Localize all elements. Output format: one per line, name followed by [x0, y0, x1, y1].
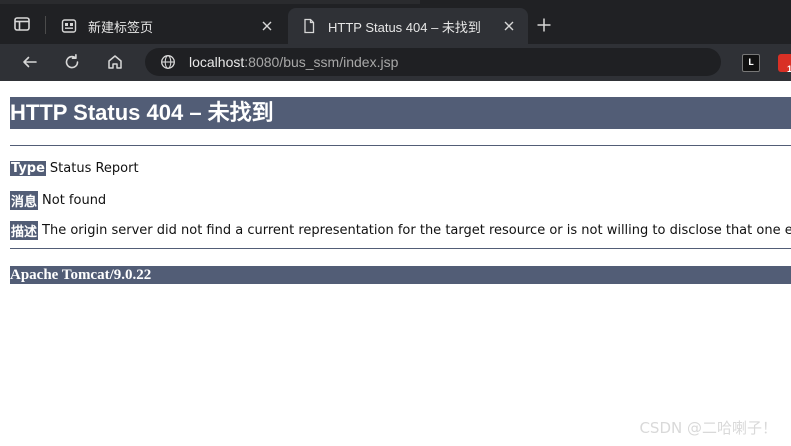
page-content: HTTP Status 404 – 未找到 Type Status Report… [0, 81, 791, 446]
back-button[interactable] [18, 50, 42, 74]
extension-badge-2: 1 [786, 64, 791, 74]
close-tab-icon[interactable] [258, 17, 276, 35]
home-icon [108, 55, 122, 69]
type-row: Type Status Report [10, 161, 139, 176]
home-button[interactable] [103, 50, 127, 74]
type-value: Status Report [49, 161, 139, 176]
url-path: :8080/bus_ssm/index.jsp [244, 54, 399, 70]
server-version: Apache Tomcat/9.0.22 [10, 266, 791, 284]
browser-toolbar: localhost:8080/bus_ssm/index.jsp L 1 [0, 44, 791, 81]
tab-separator [45, 16, 46, 34]
tab-new-tab[interactable]: 新建标签页 [48, 8, 286, 44]
site-info-icon[interactable] [159, 53, 177, 71]
address-url[interactable]: localhost:8080/bus_ssm/index.jsp [189, 54, 398, 70]
close-tab-icon[interactable] [500, 17, 518, 35]
message-row: 消息 Not found [10, 191, 106, 210]
refresh-button[interactable] [60, 50, 84, 74]
new-tab-button[interactable] [533, 14, 555, 36]
description-row: 描述 The origin server did not find a curr… [10, 221, 791, 240]
divider [10, 248, 791, 249]
divider [10, 145, 791, 146]
tab-actions-icon [14, 17, 30, 31]
tab-title: 新建标签页 [88, 19, 154, 35]
browser-tab-strip: 新建标签页 HTTP Status 404 – 未找到 [0, 0, 791, 44]
extension-icon[interactable]: L [742, 54, 760, 72]
message-value: Not found [42, 193, 107, 208]
description-label: 描述 [10, 221, 39, 240]
tab-title: HTTP Status 404 – 未找到 [328, 19, 481, 35]
watermark: CSDN @二哈喇子！ [639, 419, 777, 437]
new-tab-icon [60, 17, 78, 35]
document-icon [300, 17, 318, 35]
extension-icon-2[interactable]: 1 [778, 54, 791, 74]
url-host: localhost [189, 54, 245, 70]
error-title: HTTP Status 404 – 未找到 [10, 97, 791, 129]
extension-badge: L [747, 57, 754, 69]
type-label: Type [10, 161, 46, 176]
plus-icon [537, 18, 551, 32]
description-value: The origin server did not find a current… [42, 223, 791, 238]
back-arrow-icon [23, 56, 37, 68]
tab-actions-button[interactable] [8, 10, 36, 38]
top-sliver [0, 0, 420, 4]
tab-http-status-404[interactable]: HTTP Status 404 – 未找到 [288, 8, 528, 44]
refresh-icon [65, 54, 79, 69]
address-bar[interactable]: localhost:8080/bus_ssm/index.jsp [145, 48, 721, 76]
message-label: 消息 [10, 191, 39, 210]
